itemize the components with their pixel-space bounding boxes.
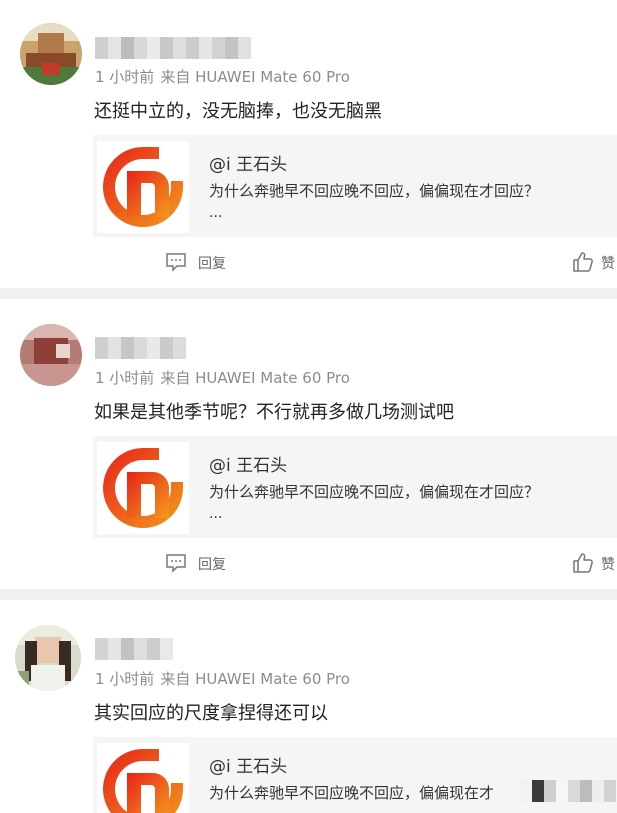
brand-logo-icon [97, 743, 189, 813]
brand-logo-icon [97, 141, 189, 233]
divider [0, 589, 617, 600]
quoted-post[interactable]: @i 王石头 为什么奔驰早不回应晚不回应，偏偏现在才回应？ ... [93, 436, 617, 538]
comment-icon[interactable] [165, 252, 187, 272]
comment-source: 来自 HUAWEI Mate 60 Pro [160, 68, 350, 86]
user-avatar[interactable] [20, 324, 82, 386]
quoted-text: 为什么奔驰早不回应晚不回应，偏偏现在才 [209, 784, 495, 802]
reply-button[interactable]: 回复 [198, 554, 226, 574]
user-avatar[interactable] [20, 23, 82, 85]
comment-meta: 1 小时前 来自 HUAWEI Mate 60 Pro [95, 66, 350, 87]
quoted-username[interactable]: @i 王石头 [209, 150, 287, 175]
comment-actions: 回复 赞 [0, 250, 617, 276]
username-blurred[interactable] [95, 337, 186, 359]
username-blurred[interactable] [95, 37, 251, 59]
reply-button[interactable]: 回复 [198, 253, 226, 273]
divider [0, 288, 617, 299]
comment-text: 如果是其他季节呢？不行就再多做几场测试吧 [94, 402, 454, 423]
thumbs-up-icon[interactable] [572, 251, 594, 273]
like-button[interactable]: 赞 [601, 554, 615, 574]
thumbs-up-icon[interactable] [572, 552, 594, 574]
comment-text: 其实回应的尺度拿捏得还可以 [94, 703, 328, 724]
comment-time: 1 小时前 [95, 68, 155, 86]
comment-meta: 1 小时前 来自 HUAWEI Mate 60 Pro [95, 367, 350, 388]
brand-logo-icon [97, 442, 189, 534]
comment-card: 1 小时前 来自 HUAWEI Mate 60 Pro 如果是其他季节呢？不行就再… [0, 299, 617, 589]
comment-actions: 回复 赞 [0, 551, 617, 577]
comment-text: 还挺中立的，没无脑捧，也没无脑黑 [94, 101, 382, 122]
username-blurred[interactable] [95, 638, 173, 660]
comment-icon[interactable] [165, 553, 187, 573]
watermark-mosaic [520, 780, 616, 802]
comment-time: 1 小时前 [95, 369, 155, 387]
quoted-username[interactable]: @i 王石头 [209, 451, 287, 476]
comment-meta: 1 小时前 来自 HUAWEI Mate 60 Pro [95, 668, 350, 689]
user-avatar[interactable] [15, 625, 81, 691]
quoted-ellipsis: ... [209, 205, 223, 221]
comment-source: 来自 HUAWEI Mate 60 Pro [160, 369, 350, 387]
quoted-post[interactable]: @i 王石头 为什么奔驰早不回应晚不回应，偏偏现在才回应？ ... [93, 135, 617, 237]
comment-card: 1 小时前 来自 HUAWEI Mate 60 Pro 还挺中立的，没无脑捧，也没… [0, 0, 617, 288]
quoted-username[interactable]: @i 王石头 [209, 752, 287, 777]
quoted-ellipsis: ... [209, 506, 223, 522]
like-button[interactable]: 赞 [601, 253, 615, 273]
quoted-text: 为什么奔驰早不回应晚不回应，偏偏现在才回应？ [209, 483, 540, 501]
comment-time: 1 小时前 [95, 670, 155, 688]
comment-source: 来自 HUAWEI Mate 60 Pro [160, 670, 350, 688]
quoted-text: 为什么奔驰早不回应晚不回应，偏偏现在才回应？ [209, 182, 540, 200]
